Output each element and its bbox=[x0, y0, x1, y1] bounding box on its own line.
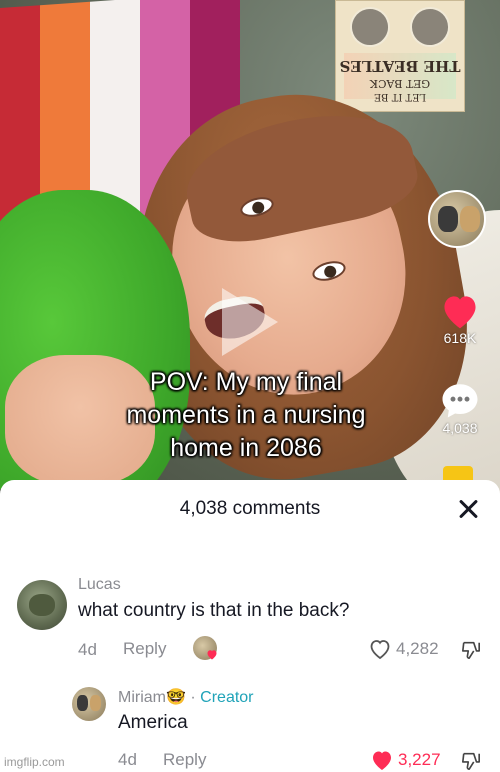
avatar-figure bbox=[438, 206, 458, 232]
creator-reply-avatar[interactable] bbox=[72, 687, 106, 721]
like-button[interactable]: 618K bbox=[430, 292, 490, 346]
reply-like-count: 3,227 bbox=[398, 750, 441, 769]
reply-age: 4d bbox=[118, 750, 137, 769]
heart-icon bbox=[207, 650, 217, 660]
comment-text: what country is that in the back? bbox=[78, 600, 350, 621]
comments-sheet: 4,038 comments Lucas what country is tha… bbox=[0, 480, 500, 772]
avatar-figure bbox=[460, 206, 480, 232]
like-count: 618K bbox=[443, 330, 477, 346]
close-icon[interactable] bbox=[455, 496, 481, 522]
video-player[interactable]: THE BEATLES GET BACK LET IT BE POV: My m… bbox=[0, 0, 500, 500]
watermark: imgflip.com bbox=[4, 755, 65, 769]
reply-button[interactable]: Reply bbox=[123, 639, 166, 659]
comment-age: 4d bbox=[78, 640, 97, 659]
caption-line: moments in a nursing bbox=[126, 401, 366, 429]
video-caption: POV: My my final moments in a nursing ho… bbox=[96, 366, 396, 465]
caption-line: POV: My my final bbox=[149, 368, 343, 396]
avatar-figure bbox=[77, 695, 88, 711]
heart-icon bbox=[444, 296, 476, 329]
comment-button[interactable]: 4,038 bbox=[430, 380, 490, 436]
reply-username-line: Miriam🤓 · Creator bbox=[118, 687, 254, 707]
poster-text: LET IT BE bbox=[373, 91, 427, 102]
comments-title: 4,038 comments bbox=[179, 498, 321, 519]
avatar-figure bbox=[90, 695, 101, 711]
heart-filled-icon[interactable] bbox=[370, 749, 394, 771]
reply-button[interactable]: Reply bbox=[163, 750, 206, 770]
beatles-poster: THE BEATLES GET BACK LET IT BE bbox=[335, 0, 465, 112]
comment-like-count: 4,282 bbox=[396, 639, 439, 658]
comment-username[interactable]: Lucas bbox=[78, 576, 121, 594]
caption-line: home in 2086 bbox=[170, 434, 322, 462]
thumbs-down-icon[interactable] bbox=[460, 751, 482, 771]
separator-dot: · bbox=[190, 689, 196, 706]
comment-bubble-icon bbox=[442, 384, 478, 418]
reply-username[interactable]: Miriam🤓 bbox=[118, 689, 186, 706]
play-icon[interactable] bbox=[222, 288, 278, 356]
poster-text: THE BEATLES bbox=[339, 57, 461, 75]
poster-text: GET BACK bbox=[369, 77, 431, 90]
creator-badge: Creator bbox=[200, 689, 254, 706]
poster-photo bbox=[406, 3, 454, 51]
comment-count: 4,038 bbox=[442, 420, 478, 436]
poster-photo bbox=[346, 3, 394, 51]
reply-text: America bbox=[118, 712, 188, 733]
commenter-avatar[interactable] bbox=[17, 580, 67, 630]
creator-liked-avatar bbox=[193, 636, 217, 660]
thumbs-down-icon[interactable] bbox=[460, 640, 482, 660]
creator-avatar[interactable] bbox=[428, 190, 486, 248]
avatar-figure bbox=[29, 594, 55, 616]
heart-outline-icon[interactable] bbox=[368, 638, 392, 660]
